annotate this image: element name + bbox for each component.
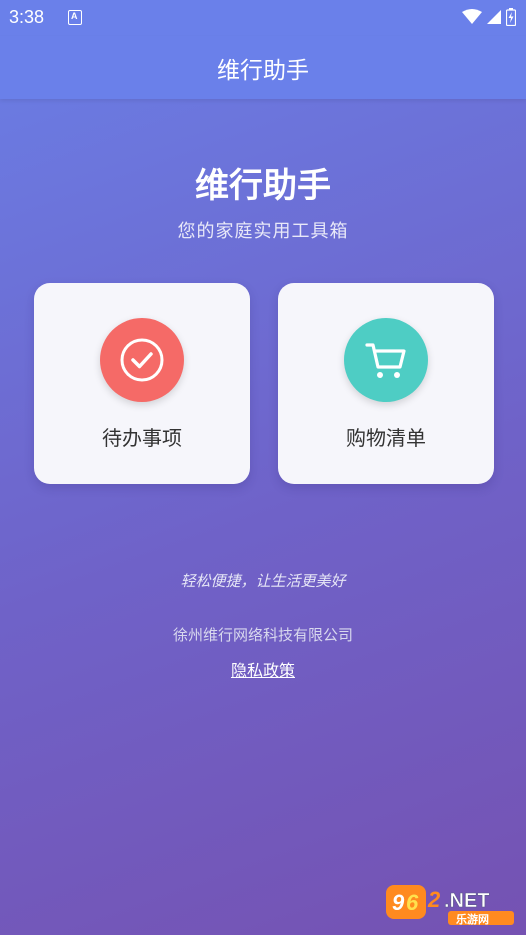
todo-icon-circle: [100, 318, 184, 402]
status-bar: 3:38: [0, 0, 526, 36]
app-bar-title: 维行助手: [217, 57, 309, 84]
status-time: 3:38: [9, 7, 45, 27]
shopping-card-label: 购物清单: [346, 426, 426, 450]
app-bar: 维行助手: [0, 36, 526, 99]
signal-icon: [487, 10, 501, 24]
shopping-card[interactable]: 购物清单: [278, 283, 494, 484]
notification-a-icon: [68, 10, 82, 25]
slogan: 轻松便捷，让生活更美好: [180, 572, 346, 590]
privacy-link-row: 隐私政策: [0, 657, 526, 681]
hero-title: 维行助手: [195, 166, 331, 206]
check-circle-icon: [120, 338, 164, 382]
svg-text:2: 2: [427, 887, 441, 912]
status-icons: [462, 8, 516, 26]
company-name: 徐州维行网络科技有限公司: [172, 626, 353, 644]
svg-text:6: 6: [406, 890, 419, 915]
watermark-logo: 9 6 2 .NET 乐游网: [386, 879, 518, 927]
todo-card-label: 待办事项: [102, 426, 182, 450]
hero-subtitle: 您的家庭实用工具箱: [177, 221, 349, 242]
todo-card[interactable]: 待办事项: [34, 283, 250, 484]
wifi-icon: [462, 9, 482, 24]
svg-text:9: 9: [392, 890, 405, 915]
privacy-policy-link[interactable]: 隐私政策: [231, 661, 295, 680]
svg-text:乐游网: 乐游网: [456, 912, 489, 926]
shopping-icon-circle: [344, 318, 428, 402]
svg-text:.NET: .NET: [444, 890, 490, 912]
shopping-cart-icon: [365, 343, 406, 378]
battery-icon: [506, 8, 516, 26]
